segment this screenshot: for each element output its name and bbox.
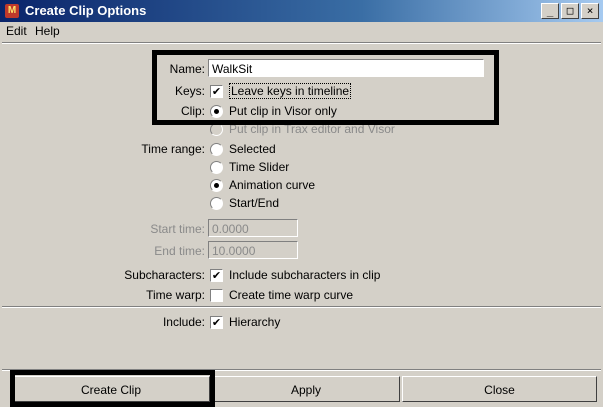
end-time-field[interactable]: 10.0000 xyxy=(208,241,298,259)
time-range-selected-radio[interactable] xyxy=(210,143,223,156)
subcharacters-option-label: Include subcharacters in clip xyxy=(229,268,381,282)
close-button[interactable]: Close xyxy=(402,376,597,402)
apply-button[interactable]: Apply xyxy=(212,376,400,402)
close-window-button[interactable]: × xyxy=(581,3,599,19)
time-range-start-end-radio[interactable] xyxy=(210,197,223,210)
time-warp-option-label: Create time warp curve xyxy=(229,288,354,302)
start-time-field[interactable]: 0.0000 xyxy=(208,219,298,237)
menu-edit[interactable]: Edit xyxy=(6,24,27,38)
highlight-box-options xyxy=(152,50,499,125)
end-time-label: End time: xyxy=(154,244,205,258)
time-range-animation-curve-label: Animation curve xyxy=(229,178,316,192)
include-label: Include: xyxy=(162,315,205,329)
time-range-animation-curve-radio[interactable] xyxy=(210,179,223,192)
start-time-label: Start time: xyxy=(150,222,205,236)
time-range-start-end-label: Start/End xyxy=(229,196,280,210)
time-warp-checkbox[interactable] xyxy=(210,289,223,302)
minimize-button[interactable]: _ xyxy=(541,3,559,19)
time-warp-label: Time warp: xyxy=(146,288,205,302)
maximize-button[interactable]: □ xyxy=(561,3,579,19)
menu-help[interactable]: Help xyxy=(35,24,60,38)
time-range-label: Time range: xyxy=(141,142,205,156)
menu-divider xyxy=(2,42,601,44)
hierarchy-option-label: Hierarchy xyxy=(229,315,281,329)
hierarchy-checkbox[interactable]: ✔ xyxy=(210,316,223,329)
title-bar: M Create Clip Options _ □ × xyxy=(0,0,603,22)
menu-bar: Edit Help xyxy=(0,22,603,40)
time-range-time-slider-radio[interactable] xyxy=(210,161,223,174)
include-divider xyxy=(2,306,601,308)
window-title: Create Clip Options xyxy=(25,3,147,18)
maya-icon: M xyxy=(5,4,19,18)
subcharacters-label: Subcharacters: xyxy=(124,268,205,282)
subcharacters-checkbox[interactable]: ✔ xyxy=(210,269,223,282)
time-range-time-slider-label: Time Slider xyxy=(229,160,290,174)
highlight-box-create-clip xyxy=(10,370,215,407)
time-range-selected-label: Selected xyxy=(229,142,276,156)
